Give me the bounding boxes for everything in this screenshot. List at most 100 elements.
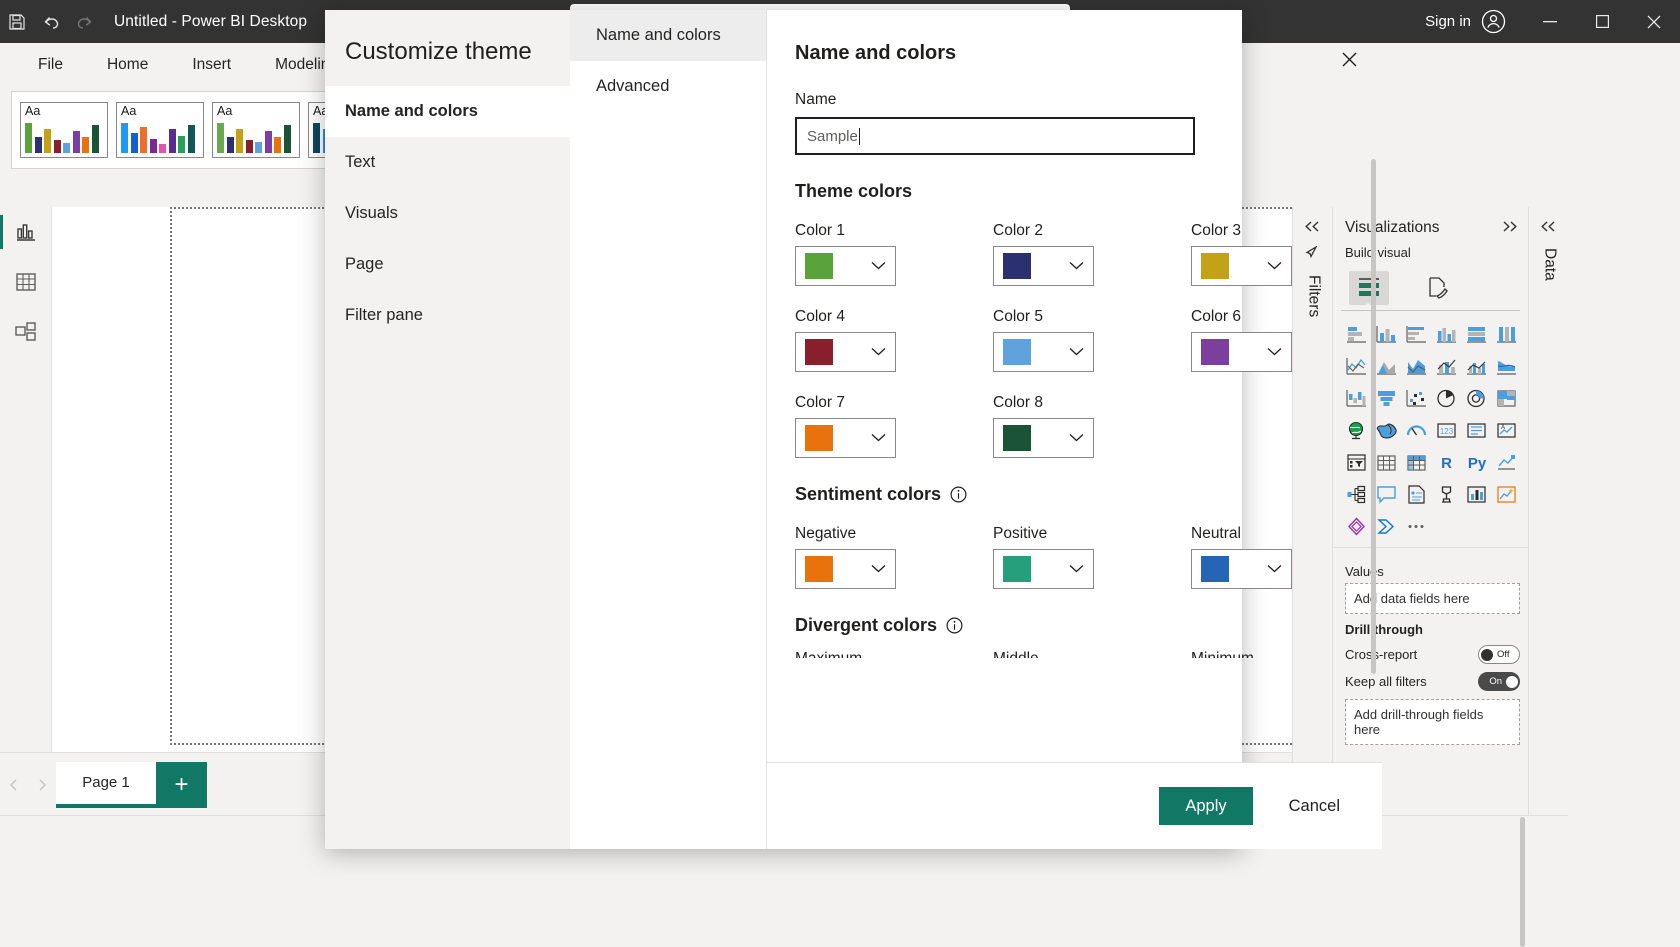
donut-chart-icon[interactable]: [1462, 383, 1492, 413]
scatter-chart-icon[interactable]: [1401, 383, 1431, 413]
card-icon[interactable]: 123: [1431, 415, 1461, 445]
theme-color-picker[interactable]: [993, 246, 1094, 286]
sentiment-color-picker[interactable]: [1191, 549, 1292, 589]
theme-color-picker[interactable]: [1191, 246, 1292, 286]
theme-thumb-bar: [255, 142, 262, 153]
chevron-down-icon[interactable]: [1267, 345, 1282, 359]
metrics-icon[interactable]: [1462, 479, 1492, 509]
dialog-nav-visuals[interactable]: Visuals: [325, 188, 570, 239]
theme-thumb-bars-2: [217, 120, 291, 153]
ribbon-tab-home[interactable]: Home: [85, 43, 170, 87]
minimize-button[interactable]: [1524, 0, 1576, 43]
chevron-down-icon[interactable]: [871, 259, 886, 273]
matrix-icon[interactable]: [1401, 447, 1431, 477]
save-icon[interactable]: [0, 0, 34, 43]
add-page-button[interactable]: +: [156, 761, 207, 808]
chevron-down-icon[interactable]: [871, 345, 886, 359]
theme-color-picker[interactable]: [1191, 332, 1292, 372]
ribbon-tab-insert[interactable]: Insert: [170, 43, 253, 87]
dialog-subnav-advanced[interactable]: Advanced: [570, 61, 766, 112]
chevron-down-icon[interactable]: [1267, 562, 1282, 576]
sentiment-color-picker[interactable]: [993, 549, 1094, 589]
narrative-icon[interactable]: [1401, 479, 1431, 509]
cancel-button[interactable]: Cancel: [1283, 796, 1346, 817]
pie-chart-icon[interactable]: [1431, 383, 1461, 413]
maximize-button[interactable]: [1576, 0, 1628, 43]
table-view-icon[interactable]: [0, 257, 52, 307]
ribbon-chart-icon[interactable]: [1492, 351, 1522, 381]
report-view-icon[interactable]: [0, 207, 52, 257]
chevron-down-icon[interactable]: [871, 431, 886, 445]
theme-thumbnail[interactable]: Aa: [20, 102, 108, 158]
theme-color-picker[interactable]: [993, 332, 1094, 372]
python-visual-icon[interactable]: Py: [1462, 447, 1492, 477]
gauge-icon[interactable]: [1401, 415, 1431, 445]
redo-icon[interactable]: [68, 0, 102, 43]
divergent-color-label: Maximum: [795, 650, 958, 658]
kpi-icon[interactable]: A: [1492, 415, 1522, 445]
chevron-right-icon[interactable]: [28, 753, 56, 816]
double-chevron-right-icon[interactable]: [1501, 207, 1528, 237]
line-clustered-column-chart-icon[interactable]: [1462, 351, 1492, 381]
data-pane-collapsed[interactable]: Data: [1528, 207, 1568, 815]
account-icon[interactable]: [1481, 9, 1506, 34]
more-options-icon[interactable]: [1401, 511, 1431, 541]
100-stacked-bar-chart-icon[interactable]: [1462, 319, 1492, 349]
info-icon[interactable]: [950, 486, 967, 503]
apply-button[interactable]: Apply: [1159, 787, 1253, 825]
stacked-area-chart-icon[interactable]: [1401, 351, 1431, 381]
chevron-down-icon[interactable]: [1267, 259, 1282, 273]
dialog-nav-page[interactable]: Page: [325, 239, 570, 290]
theme-color-picker[interactable]: [795, 418, 896, 458]
page-tab-page-1[interactable]: Page 1: [56, 761, 156, 808]
close-button[interactable]: [1628, 0, 1680, 43]
sentiment-color-cell: Neutral: [1191, 511, 1354, 589]
dialog-scrollbar[interactable]: [1371, 159, 1376, 674]
dialog-nav-filter-pane[interactable]: Filter pane: [325, 290, 570, 341]
theme-color-swatch: [1201, 253, 1229, 279]
svg-text:A: A: [1501, 425, 1505, 431]
ribbon-tab-file[interactable]: File: [16, 43, 85, 87]
paginated-report-icon[interactable]: [1431, 479, 1461, 509]
dialog-subnav: Name and colors Advanced: [570, 10, 767, 849]
dialog-nav-name-and-colors[interactable]: Name and colors: [325, 86, 570, 137]
chevron-left-icon[interactable]: [0, 753, 28, 816]
theme-color-picker[interactable]: [795, 246, 896, 286]
keep-all-filters-toggle[interactable]: On: [1478, 672, 1520, 691]
theme-color-cell: Color 7: [795, 380, 958, 458]
multi-row-card-icon[interactable]: [1462, 415, 1492, 445]
model-view-icon[interactable]: [0, 307, 52, 357]
theme-name-input[interactable]: Sample: [795, 117, 1195, 155]
chevron-down-icon[interactable]: [1069, 562, 1084, 576]
cross-report-toggle[interactable]: Off: [1478, 645, 1520, 664]
theme-color-label: Color 8: [993, 394, 1043, 411]
visualizations-scrollbar[interactable]: [1520, 817, 1525, 947]
100-stacked-column-chart-icon[interactable]: [1492, 319, 1522, 349]
r-script-visual-icon[interactable]: R: [1431, 447, 1461, 477]
dialog-nav-text[interactable]: Text: [325, 137, 570, 188]
chevron-down-icon[interactable]: [1069, 259, 1084, 273]
double-chevron-left-icon[interactable]: [1529, 219, 1568, 236]
chevron-down-icon[interactable]: [871, 562, 886, 576]
theme-thumb-bar: [226, 137, 234, 153]
dialog-subnav-name-and-colors[interactable]: Name and colors: [570, 10, 766, 61]
sign-in-link[interactable]: Sign in: [1425, 13, 1471, 30]
format-paintbrush-icon[interactable]: [1417, 271, 1457, 305]
undo-icon[interactable]: [34, 0, 68, 43]
theme-thumbnail[interactable]: Aa: [212, 102, 300, 158]
clustered-column-chart-icon[interactable]: [1431, 319, 1461, 349]
sentiment-color-picker[interactable]: [795, 549, 896, 589]
line-stacked-column-chart-icon[interactable]: [1431, 351, 1461, 381]
key-influencers-icon[interactable]: [1492, 447, 1522, 477]
theme-color-cell: Color 2: [993, 208, 1156, 286]
theme-color-picker[interactable]: [993, 418, 1094, 458]
treemap-icon[interactable]: [1492, 383, 1522, 413]
theme-color-picker[interactable]: [795, 332, 896, 372]
theme-thumbnail[interactable]: Aa: [116, 102, 204, 158]
chevron-down-icon[interactable]: [1069, 431, 1084, 445]
chevron-down-icon[interactable]: [1069, 345, 1084, 359]
theme-thumb-aa: Aa: [121, 104, 137, 118]
smart-narrative-icon[interactable]: [1492, 479, 1522, 509]
clustered-bar-chart-icon[interactable]: [1401, 319, 1431, 349]
info-icon[interactable]: [946, 617, 963, 634]
